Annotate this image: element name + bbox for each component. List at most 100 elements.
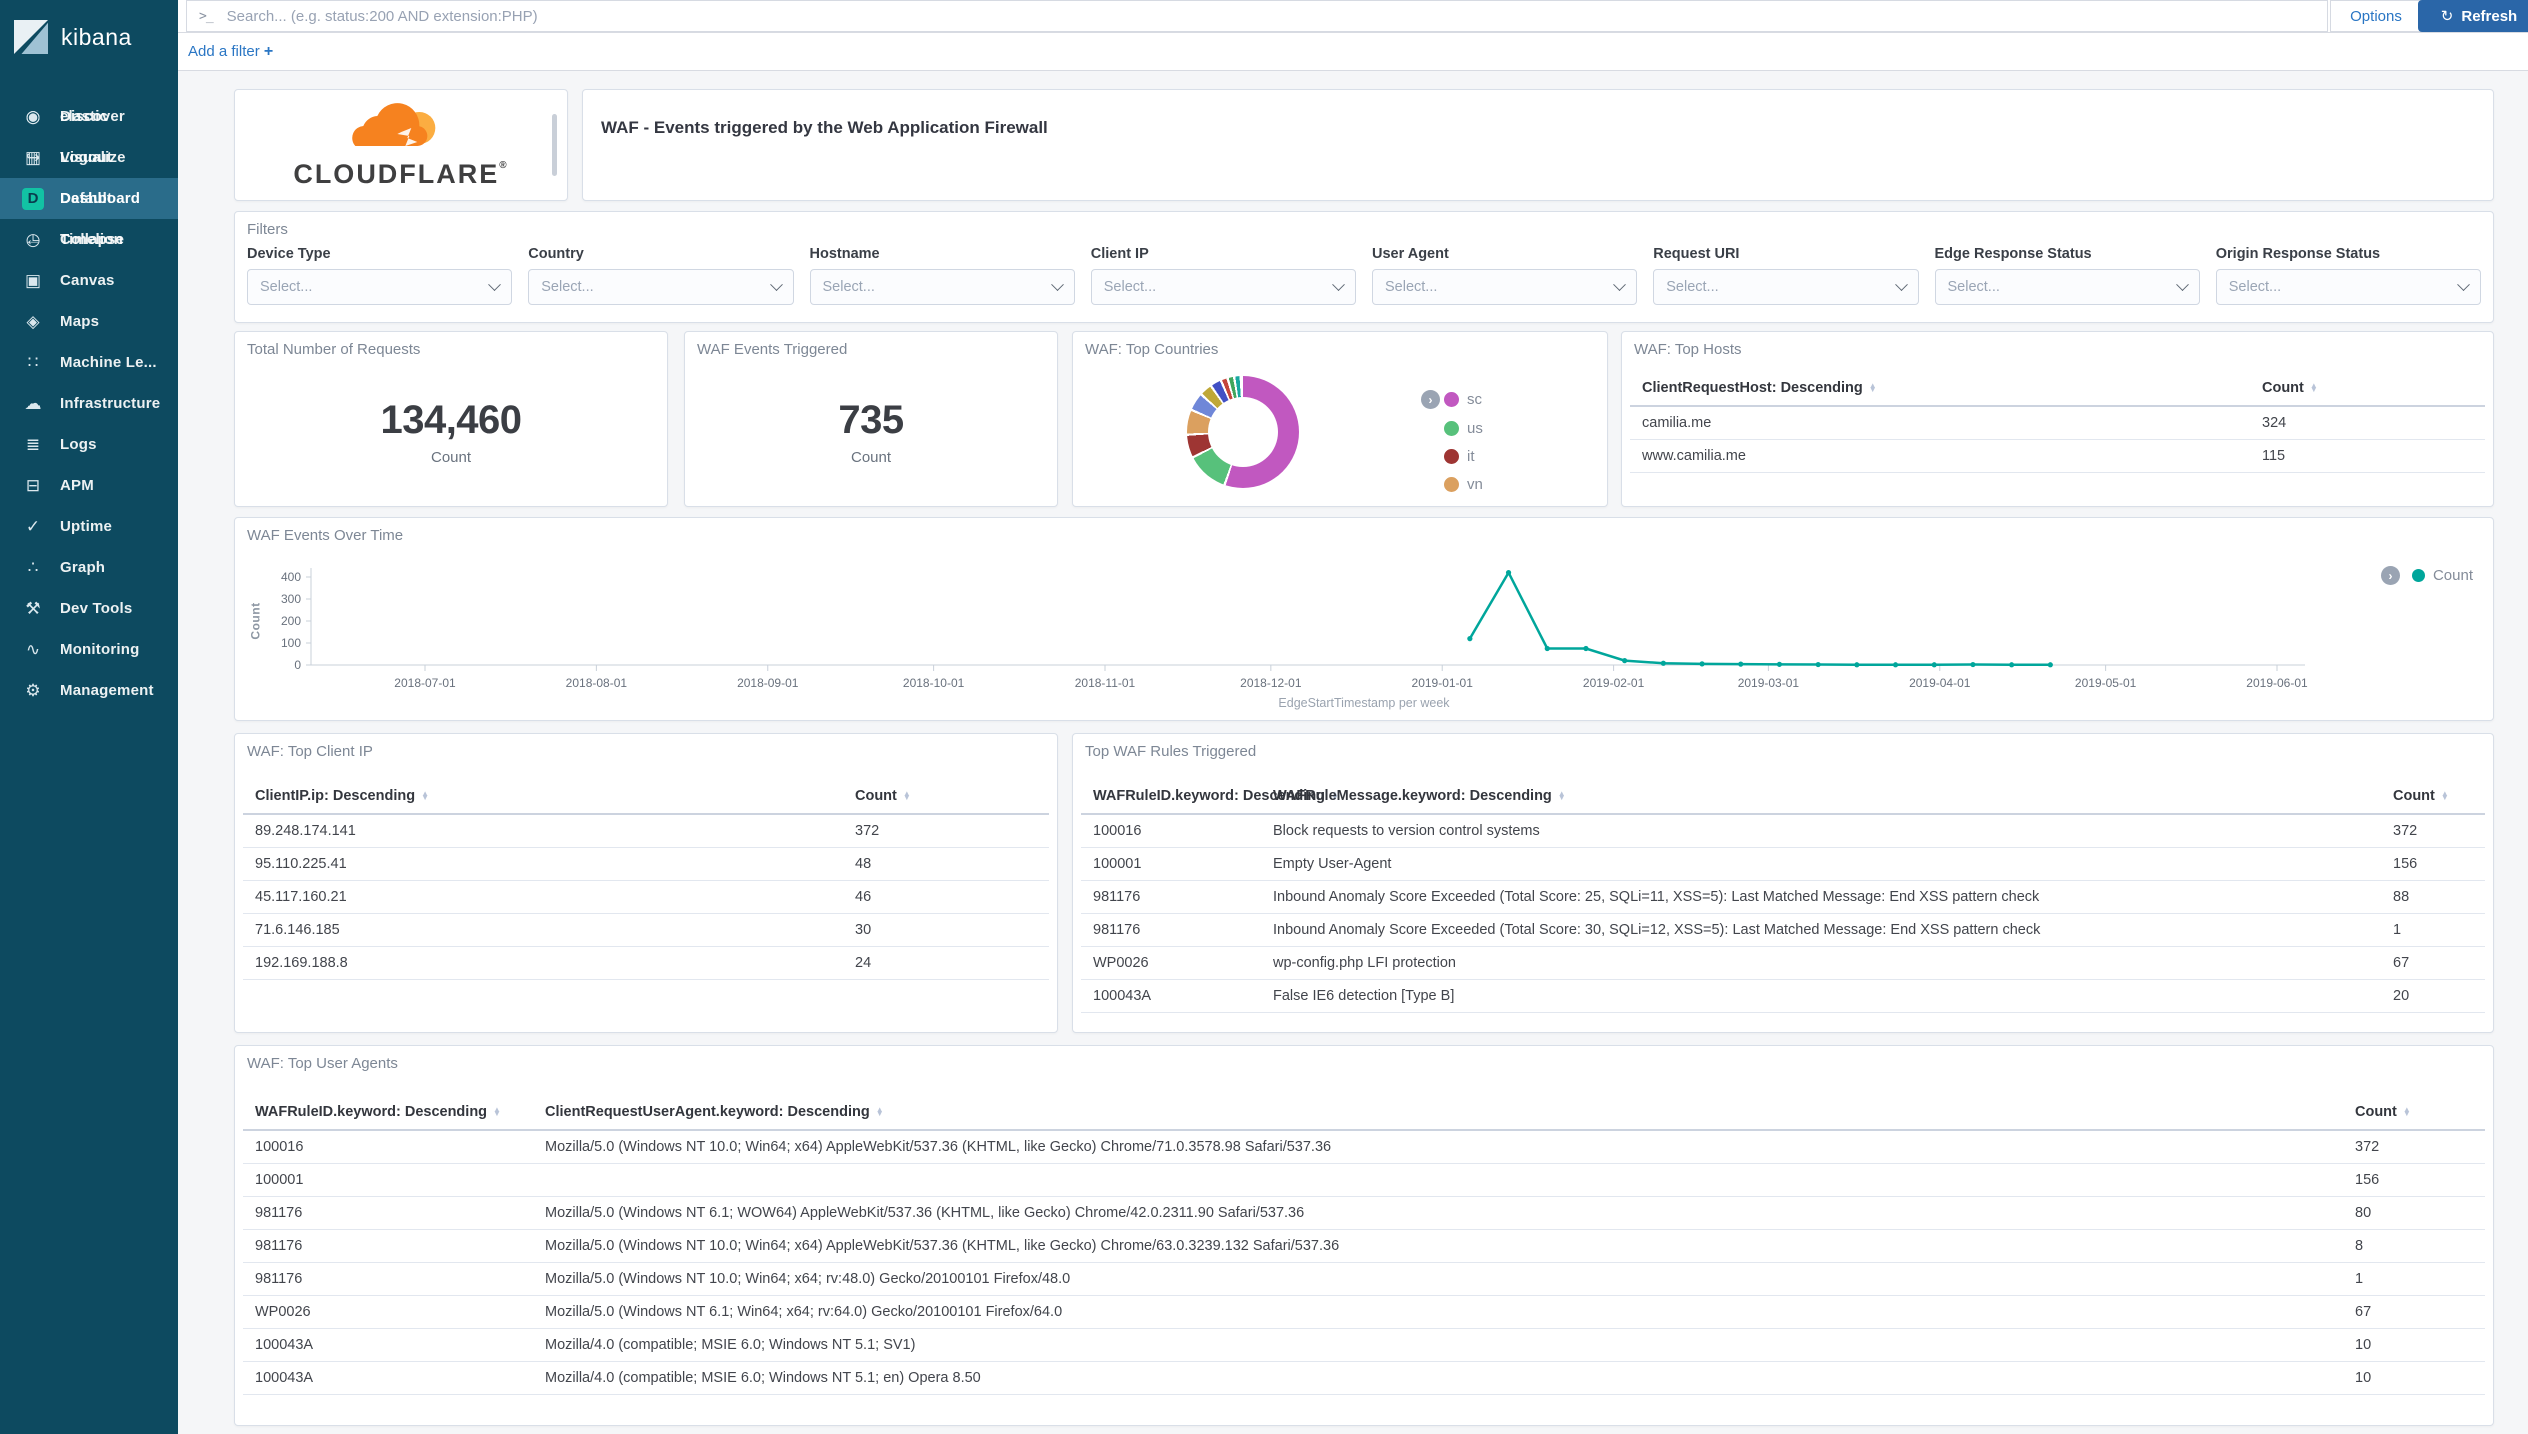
filter-select[interactable]: Select...: [1653, 269, 1918, 305]
metric-waf-events-title: WAF Events Triggered: [697, 341, 847, 358]
sort-icon[interactable]: ▲▼: [493, 1108, 501, 1117]
filter-select[interactable]: Select...: [2216, 269, 2481, 305]
table-row: WP0026wp-config.php LFI protection67: [1081, 947, 2485, 980]
legend-item-it[interactable]: it: [1444, 448, 1483, 465]
filter-country: CountrySelect...: [528, 246, 793, 305]
column-header[interactable]: WAFRuleID.keyword: Descending▲▼: [1081, 780, 1261, 814]
svg-text:2018-09-01: 2018-09-01: [737, 676, 799, 690]
panel-drag-handle[interactable]: [552, 114, 557, 176]
filter-select[interactable]: Select...: [528, 269, 793, 305]
table-header-row: ClientRequestHost: Descending▲▼Count▲▼: [1630, 372, 2485, 406]
legend-color-dot: [1444, 421, 1459, 436]
column-header[interactable]: Count▲▼: [2250, 372, 2485, 406]
svg-text:100: 100: [281, 636, 301, 650]
table-row: 981176Mozilla/5.0 (Windows NT 10.0; Win6…: [243, 1263, 2485, 1296]
top-user-agents-table: WAFRuleID.keyword: Descending▲▼ClientReq…: [243, 1096, 2485, 1395]
filter-select[interactable]: Select...: [247, 269, 512, 305]
sidebar-item-collapse[interactable]: ←Collapse: [0, 219, 178, 260]
table-cell: 71.6.146.185: [243, 914, 843, 947]
sort-icon[interactable]: ▲▼: [876, 1108, 884, 1117]
add-filter-link[interactable]: Add a filter +: [188, 43, 273, 61]
sort-icon[interactable]: ▲▼: [2403, 1108, 2411, 1117]
table-cell: 981176: [243, 1230, 533, 1263]
table-cell: 95.110.225.41: [243, 848, 843, 881]
filter-label: User Agent: [1372, 246, 1637, 262]
sort-icon[interactable]: ▲▼: [421, 792, 429, 801]
table-row: 100001Empty User-Agent156: [1081, 848, 2485, 881]
column-header-label: ClientIP.ip: Descending: [255, 788, 415, 804]
sort-icon[interactable]: ▲▼: [1869, 384, 1877, 393]
filter-select[interactable]: Select...: [1091, 269, 1356, 305]
table-row: 100043AMozilla/4.0 (compatible; MSIE 6.0…: [243, 1329, 2485, 1362]
table-cell: 24: [843, 947, 1049, 980]
dashboard-content: CLOUDFLARE® WAF - Events triggered by th…: [178, 71, 2528, 1434]
chevron-down-icon: [770, 278, 783, 291]
table-header-row: ClientIP.ip: Descending▲▼Count▲▼: [243, 780, 1049, 814]
sort-icon[interactable]: ▲▼: [2310, 384, 2318, 393]
filter-bar: Add a filter +: [178, 33, 2528, 71]
sidebar-item-label: elastic: [60, 108, 108, 125]
refresh-button[interactable]: ↻ Refresh: [2418, 0, 2528, 32]
chevron-down-icon: [2176, 278, 2189, 291]
filter-label: Request URI: [1653, 246, 1918, 262]
column-header[interactable]: ClientRequestHost: Descending▲▼: [1630, 372, 2250, 406]
filter-label: Client IP: [1091, 246, 1356, 262]
select-placeholder: Select...: [541, 279, 593, 295]
sidebar-footer-nav: ◉elastic↪LogoutDDefault←Collapse: [0, 96, 178, 1430]
table-cell: Mozilla/5.0 (Windows NT 10.0; Win64; x64…: [533, 1230, 2343, 1263]
column-header[interactable]: ClientIP.ip: Descending ▲▼: [243, 780, 843, 814]
top-countries-donut-chart[interactable]: [1187, 376, 1299, 488]
table-cell: 45.117.160.21: [243, 881, 843, 914]
filter-edge-response-status: Edge Response Status Select...: [1935, 246, 2200, 305]
search-input[interactable]: [225, 7, 2315, 26]
table-row: 981176Inbound Anomaly Score Exceeded (To…: [1081, 914, 2485, 947]
top-user-agents-title: WAF: Top User Agents: [247, 1055, 398, 1072]
legend-item-label: vn: [1467, 476, 1483, 493]
column-header[interactable]: Count▲▼: [2343, 1096, 2485, 1130]
column-header[interactable]: Count▲▼: [2381, 780, 2485, 814]
top-waf-rules-table-wrap: WAFRuleID.keyword: Descending▲▼WAFRuleMe…: [1081, 780, 2485, 1013]
table-cell: 981176: [1081, 881, 1261, 914]
metric-total-requests-value: 134,460: [235, 398, 667, 443]
dashboard-title: WAF - Events triggered by the Web Applic…: [601, 118, 1048, 138]
options-button[interactable]: Options: [2330, 0, 2422, 32]
filter-select[interactable]: Select...: [810, 269, 1075, 305]
collapse-icon: ←: [20, 230, 46, 250]
top-client-ip-title: WAF: Top Client IP: [247, 743, 373, 760]
table-cell: 100043A: [1081, 980, 1261, 1013]
svg-text:300: 300: [281, 592, 301, 606]
top-user-agents-table-wrap: WAFRuleID.keyword: Descending▲▼ClientReq…: [243, 1096, 2485, 1395]
sort-icon[interactable]: ▲▼: [903, 792, 911, 801]
filters-grid: Device TypeSelect...CountrySelect...Host…: [247, 246, 2481, 305]
legend-items: us it vn: [1444, 420, 1483, 493]
sidebar-item-default[interactable]: DDefault: [0, 178, 178, 219]
plus-icon: +: [264, 43, 273, 60]
legend-item-vn[interactable]: vn: [1444, 476, 1483, 493]
filter-select[interactable]: Select...: [1372, 269, 1637, 305]
sort-icon[interactable]: ▲▼: [1558, 792, 1566, 801]
table-cell: 1: [2381, 914, 2485, 947]
legend-item-sc[interactable]: sc: [1444, 391, 1482, 408]
legend-color-dot: [1444, 477, 1459, 492]
top-client-ip-panel: WAF: Top Client IP ClientIP.ip: Descendi…: [234, 733, 1058, 1033]
kibana-logo-text: kibana: [61, 24, 132, 51]
sidebar-item-logout[interactable]: ↪Logout: [0, 137, 178, 178]
column-header[interactable]: WAFRuleID.keyword: Descending▲▼: [243, 1096, 533, 1130]
table-cell: 100016: [1081, 814, 1261, 848]
sidebar-item-elastic[interactable]: ◉elastic: [0, 96, 178, 137]
filter-label: Edge Response Status: [1935, 246, 2200, 262]
kibana-logo[interactable]: kibana: [0, 0, 178, 60]
search-box[interactable]: >_: [186, 0, 2328, 32]
table-row: 100016Mozilla/5.0 (Windows NT 10.0; Win6…: [243, 1130, 2485, 1164]
column-header[interactable]: ClientRequestUserAgent.keyword: Descendi…: [533, 1096, 2343, 1130]
column-header[interactable]: WAFRuleMessage.keyword: Descending▲▼: [1261, 780, 2381, 814]
svg-text:2019-02-01: 2019-02-01: [1583, 676, 1645, 690]
sort-icon[interactable]: ▲▼: [2441, 792, 2449, 801]
filter-select[interactable]: Select...: [1935, 269, 2200, 305]
column-header[interactable]: Count▲▼: [843, 780, 1049, 814]
table-cell: Block requests to version control system…: [1261, 814, 2381, 848]
legend-expand-icon[interactable]: ›: [2381, 566, 2400, 585]
legend-item-us[interactable]: us: [1444, 420, 1483, 437]
top-waf-rules-table: WAFRuleID.keyword: Descending▲▼WAFRuleMe…: [1081, 780, 2485, 1013]
legend-expand-icon[interactable]: ›: [1421, 390, 1440, 409]
